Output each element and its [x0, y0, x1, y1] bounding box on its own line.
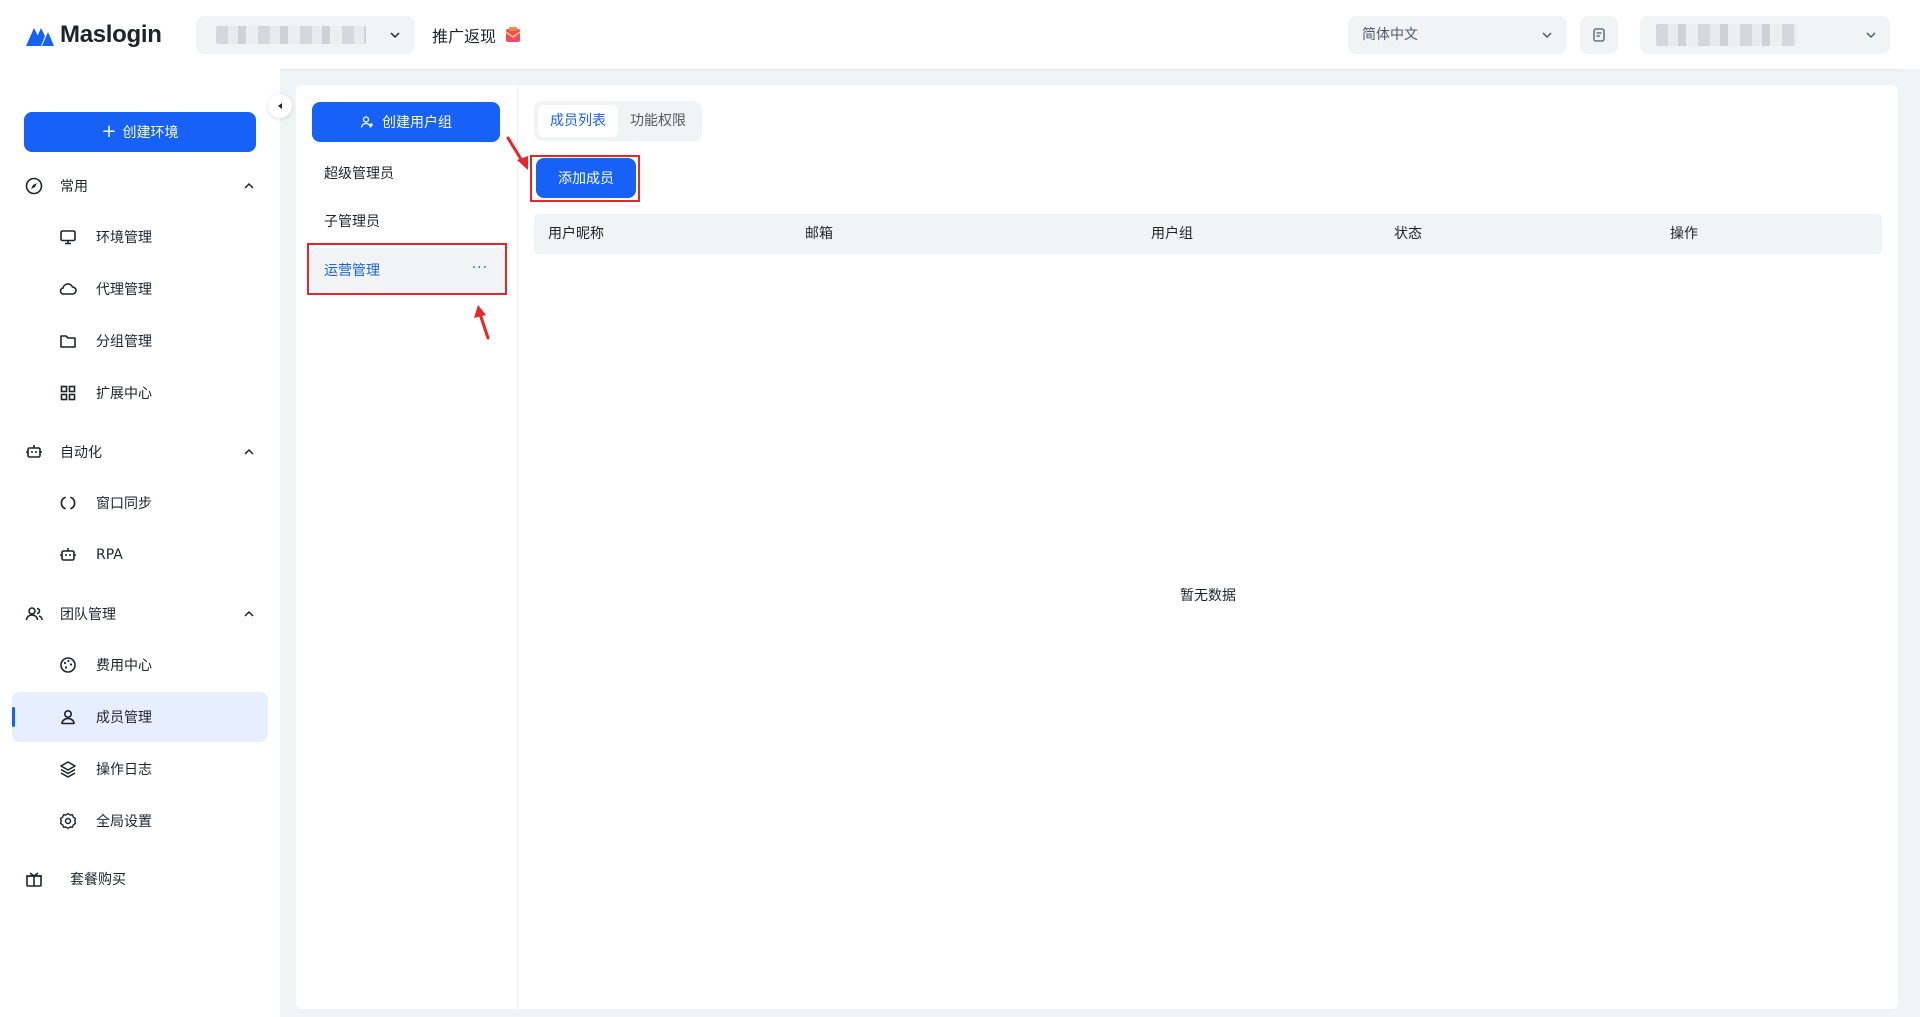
cloud-icon — [59, 283, 77, 295]
highlight-box-operations-group — [307, 243, 507, 295]
sidebar-item-environments[interactable]: 环境管理 — [12, 212, 268, 262]
create-user-group-label: 创建用户组 — [382, 115, 452, 131]
sidebar-item-label: 套餐购买 — [70, 872, 126, 888]
sidebar-item-operation-logs[interactable]: 操作日志 — [12, 744, 268, 794]
add-user-icon — [360, 116, 373, 128]
sync-icon — [60, 496, 76, 510]
gear-icon — [59, 812, 77, 830]
document-icon — [1593, 28, 1605, 42]
chevron-down-icon — [1542, 32, 1552, 39]
workspace-select[interactable] — [196, 16, 415, 54]
nav-group-label: 常用 — [60, 179, 88, 195]
nav-group-common[interactable]: 常用 — [24, 174, 256, 198]
top-header: Maslogin 推广返现 简体中文 — [0, 0, 1920, 69]
robot-icon — [60, 548, 76, 561]
sidebar-item-label: 扩展中心 — [96, 386, 152, 402]
folder-icon — [60, 335, 76, 348]
language-select[interactable]: 简体中文 — [1348, 16, 1567, 54]
sidebar-item-label: 费用中心 — [96, 658, 152, 674]
tab-member-list[interactable]: 成员列表 — [538, 105, 618, 137]
docs-button[interactable] — [1580, 16, 1618, 54]
page-scrollbar[interactable] — [1902, 69, 1920, 1017]
chevron-up-icon — [244, 610, 254, 617]
user-icon — [61, 709, 75, 725]
column-header-user-group: 用户组 — [1151, 226, 1193, 242]
nav-group-automation[interactable]: 自动化 — [24, 440, 256, 464]
palette-icon — [60, 657, 76, 673]
sidebar-item-billing[interactable]: 费用中心 — [12, 640, 268, 690]
sidebar-item-label: 窗口同步 — [96, 496, 152, 512]
user-group-label: 超级管理员 — [324, 166, 394, 182]
language-value: 简体中文 — [1362, 27, 1418, 43]
sidebar-item-global-settings[interactable]: 全局设置 — [12, 796, 268, 846]
create-environment-label: 创建环境 — [122, 125, 179, 141]
sidebar-item-label: 全局设置 — [96, 814, 152, 830]
user-group-list: 创建用户组 超级管理员 子管理员 运营管理 ··· — [296, 85, 518, 1009]
user-account-select[interactable] — [1640, 16, 1890, 54]
arrow-pointer-icon — [474, 305, 490, 340]
sidebar-item-rpa[interactable]: RPA — [12, 530, 268, 580]
chevron-up-icon — [244, 448, 254, 455]
user-group-item-super-admin[interactable]: 超级管理员 — [310, 151, 506, 195]
nav-group-label: 自动化 — [60, 445, 102, 461]
main-panel: 创建用户组 超级管理员 子管理员 运营管理 ··· 成员列表 功能权限 添加成员… — [296, 85, 1898, 1009]
arrow-pointer-icon — [506, 136, 528, 170]
sidebar-item-members[interactable]: 成员管理 — [12, 692, 268, 742]
column-header-nickname: 用户昵称 — [548, 226, 604, 242]
layers-icon — [60, 761, 76, 778]
gift-icon — [26, 872, 42, 887]
empty-state-text: 暂无数据 — [1180, 588, 1236, 604]
create-user-group-button[interactable]: 创建用户组 — [312, 102, 500, 142]
sidebar-item-label: 环境管理 — [96, 230, 152, 246]
content-tabs: 成员列表 功能权限 — [534, 101, 702, 141]
nav-group-team[interactable]: 团队管理 — [24, 602, 256, 626]
sidebar-item-label: 分组管理 — [96, 334, 152, 350]
sidebar-item-groups[interactable]: 分组管理 — [12, 316, 268, 366]
sidebar-item-label: 成员管理 — [96, 710, 152, 726]
column-header-actions: 操作 — [1670, 226, 1698, 242]
tab-permissions[interactable]: 功能权限 — [618, 105, 698, 137]
blurred-user-name — [1656, 24, 1796, 46]
sidebar-item-extensions[interactable]: 扩展中心 — [12, 368, 268, 418]
plus-icon: + — [101, 121, 117, 142]
promo-label: 推广返现 — [432, 27, 497, 46]
create-environment-button[interactable]: + 创建环境 — [24, 112, 256, 152]
sidebar-item-proxies[interactable]: 代理管理 — [12, 264, 268, 314]
team-icon — [25, 607, 43, 621]
column-header-status: 状态 — [1394, 226, 1422, 242]
promo-link[interactable]: 推广返现 — [432, 23, 522, 47]
sidebar-item-label: 操作日志 — [96, 762, 152, 778]
compass-icon — [25, 177, 43, 195]
sidebar-collapse-button[interactable] — [268, 94, 292, 118]
user-group-item-sub-admin[interactable]: 子管理员 — [310, 199, 506, 243]
blurred-workspace-name — [216, 26, 366, 44]
user-group-label: 子管理员 — [324, 214, 380, 230]
grid-icon — [60, 385, 76, 401]
column-header-email: 邮箱 — [805, 226, 833, 242]
brand-name: Maslogin — [60, 21, 162, 48]
sidebar-item-label: RPA — [96, 547, 123, 563]
chevron-down-icon — [390, 32, 400, 39]
highlight-box-add-member — [530, 155, 640, 202]
gift-envelope-icon — [505, 27, 521, 42]
robot-icon — [26, 445, 42, 458]
chevron-up-icon — [244, 182, 254, 189]
sidebar-item-purchase[interactable]: 套餐购买 — [24, 869, 126, 889]
sidebar-item-window-sync[interactable]: 窗口同步 — [12, 478, 268, 528]
chevron-down-icon — [1866, 32, 1876, 39]
logo[interactable]: Maslogin — [24, 21, 162, 49]
monitor-icon — [60, 230, 76, 245]
members-table-header: 用户昵称 邮箱 用户组 状态 操作 — [534, 214, 1882, 254]
maslogin-logo-icon — [26, 28, 54, 46]
sidebar-item-label: 代理管理 — [96, 282, 152, 298]
nav-group-label: 团队管理 — [60, 607, 116, 623]
caret-left-icon — [278, 103, 282, 109]
